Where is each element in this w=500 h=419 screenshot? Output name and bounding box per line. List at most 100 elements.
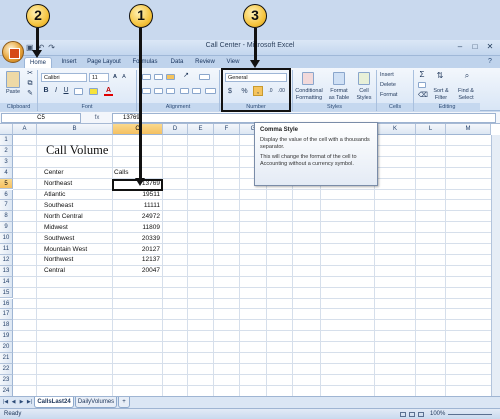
calls-value-cell[interactable]: 20047 bbox=[113, 267, 160, 274]
next-sheet-icon[interactable]: ▶ bbox=[18, 399, 25, 406]
calls-value-cell[interactable]: 19511 bbox=[113, 191, 160, 198]
align-bottom-icon[interactable] bbox=[166, 74, 175, 80]
cut-icon[interactable]: ✂ bbox=[25, 70, 35, 77]
row-header-15[interactable]: 15 bbox=[0, 287, 13, 299]
center-name-cell[interactable]: North Central bbox=[44, 213, 83, 220]
row-header-12[interactable]: 12 bbox=[0, 254, 13, 266]
row-header-22[interactable]: 22 bbox=[0, 363, 13, 375]
calls-value-cell[interactable]: 12137 bbox=[113, 256, 160, 263]
conditional-formatting-label-2[interactable]: Formatting bbox=[293, 95, 325, 102]
column-header-m[interactable]: M bbox=[446, 124, 491, 135]
worksheet-grid[interactable]: A B C D E F G H I J K L M 12345678910111… bbox=[0, 124, 500, 396]
row-header-19[interactable]: 19 bbox=[0, 331, 13, 343]
header-center[interactable]: Center bbox=[44, 169, 64, 176]
fill-color-icon[interactable] bbox=[89, 88, 98, 95]
fill-icon[interactable] bbox=[418, 82, 426, 88]
row-header-18[interactable]: 18 bbox=[0, 320, 13, 332]
select-all-corner[interactable] bbox=[0, 124, 13, 135]
find-select-icon[interactable]: ⌕ bbox=[461, 72, 473, 80]
column-header-d[interactable]: D bbox=[163, 124, 188, 135]
row-header-5[interactable]: 5 bbox=[0, 178, 13, 190]
sheet-tab-dailyvolumes[interactable]: DailyVolumes bbox=[75, 397, 117, 408]
orientation-icon[interactable]: ↗ bbox=[181, 72, 191, 79]
header-calls[interactable]: Calls bbox=[114, 169, 128, 176]
format-cells-button[interactable]: Format bbox=[380, 92, 412, 99]
page-break-view-icon[interactable] bbox=[418, 412, 424, 417]
maximize-icon[interactable]: □ bbox=[469, 42, 481, 52]
vertical-scrollbar[interactable] bbox=[491, 135, 500, 396]
column-header-k[interactable]: K bbox=[375, 124, 416, 135]
first-sheet-icon[interactable]: |◀ bbox=[2, 399, 9, 406]
redo-icon[interactable]: ↷ bbox=[48, 43, 55, 55]
bold-icon[interactable]: B bbox=[42, 87, 50, 94]
wrap-text-icon[interactable] bbox=[199, 74, 210, 80]
format-as-table-label-2[interactable]: as Table bbox=[326, 95, 352, 102]
sort-filter-icon[interactable]: ⇅ bbox=[434, 72, 446, 80]
column-header-c[interactable]: C bbox=[113, 124, 163, 135]
row-header-11[interactable]: 11 bbox=[0, 244, 13, 255]
autosum-icon[interactable]: Σ bbox=[417, 71, 427, 79]
increase-indent-icon[interactable] bbox=[192, 88, 201, 94]
center-name-cell[interactable]: Southeast bbox=[44, 202, 73, 209]
column-header-e[interactable]: E bbox=[188, 124, 214, 135]
center-name-cell[interactable]: Northwest bbox=[44, 256, 73, 263]
tab-review[interactable]: Review bbox=[191, 57, 219, 68]
conditional-formatting-icon[interactable] bbox=[302, 72, 314, 85]
center-name-cell[interactable]: Midwest bbox=[44, 224, 68, 231]
find-select-label-2[interactable]: Select bbox=[454, 95, 478, 102]
format-painter-icon[interactable]: ✎ bbox=[25, 90, 35, 97]
format-as-table-label-1[interactable]: Format bbox=[326, 88, 352, 95]
clear-icon[interactable]: ⌫ bbox=[418, 92, 428, 99]
delete-cells-button[interactable]: Delete bbox=[380, 82, 412, 89]
insert-cells-button[interactable]: Insert bbox=[380, 72, 412, 79]
calls-value-cell[interactable]: 11809 bbox=[113, 224, 160, 231]
row-header-13[interactable]: 13 bbox=[0, 265, 13, 277]
center-name-cell[interactable]: Northeast bbox=[44, 180, 72, 187]
minimize-icon[interactable]: – bbox=[454, 42, 466, 52]
prev-sheet-icon[interactable]: ◀ bbox=[10, 399, 17, 406]
column-header-a[interactable]: A bbox=[13, 124, 37, 135]
align-center-icon[interactable] bbox=[154, 88, 163, 94]
format-as-table-icon[interactable] bbox=[333, 72, 345, 85]
row-header-14[interactable]: 14 bbox=[0, 276, 13, 288]
insert-function-icon[interactable]: fx bbox=[84, 113, 110, 123]
center-name-cell[interactable]: Atlantic bbox=[44, 191, 65, 198]
conditional-formatting-label-1[interactable]: Conditional bbox=[293, 88, 325, 95]
find-select-label-1[interactable]: Find & bbox=[454, 88, 478, 95]
zoom-slider[interactable] bbox=[448, 414, 492, 415]
help-icon[interactable]: ? bbox=[484, 58, 496, 65]
shrink-font-icon[interactable]: A bbox=[120, 74, 128, 81]
row-header-6[interactable]: 6 bbox=[0, 189, 13, 201]
column-header-l[interactable]: L bbox=[416, 124, 446, 135]
font-size-combo[interactable]: 11 bbox=[89, 73, 109, 82]
row-header-9[interactable]: 9 bbox=[0, 222, 13, 234]
row-header-2[interactable]: 2 bbox=[0, 145, 13, 157]
row-header-17[interactable]: 17 bbox=[0, 309, 13, 321]
decrease-indent-icon[interactable] bbox=[180, 88, 189, 94]
sheet-title[interactable]: Call Volume bbox=[46, 143, 108, 158]
row-header-3[interactable]: 3 bbox=[0, 156, 13, 168]
align-left-icon[interactable] bbox=[142, 88, 151, 94]
close-icon[interactable]: ✕ bbox=[484, 42, 496, 52]
align-middle-icon[interactable] bbox=[154, 74, 163, 80]
borders-icon[interactable] bbox=[74, 88, 83, 95]
office-button[interactable] bbox=[2, 41, 24, 63]
center-name-cell[interactable]: Southwest bbox=[44, 235, 74, 242]
row-header-8[interactable]: 8 bbox=[0, 211, 13, 223]
calls-value-cell[interactable]: 11111 bbox=[113, 202, 160, 209]
cell-styles-label-1[interactable]: Cell bbox=[352, 88, 376, 95]
sheet-tab-callslast24[interactable]: CallsLast24 bbox=[34, 397, 74, 408]
tab-data[interactable]: Data bbox=[166, 57, 188, 68]
align-top-icon[interactable] bbox=[142, 74, 151, 80]
font-name-combo[interactable]: Calibri bbox=[41, 73, 87, 82]
zoom-level[interactable]: 100% bbox=[430, 411, 445, 417]
tab-insert[interactable]: Insert bbox=[56, 57, 82, 68]
column-header-b[interactable]: B bbox=[37, 124, 113, 135]
row-header-24[interactable]: 24 bbox=[0, 385, 13, 396]
sort-filter-label-2[interactable]: Filter bbox=[430, 95, 452, 102]
underline-icon[interactable]: U bbox=[62, 87, 70, 94]
cell-styles-icon[interactable] bbox=[358, 72, 370, 85]
sort-filter-label-1[interactable]: Sort & bbox=[430, 88, 452, 95]
calls-value-cell[interactable]: 20339 bbox=[113, 235, 160, 242]
merge-center-icon[interactable] bbox=[205, 88, 216, 94]
